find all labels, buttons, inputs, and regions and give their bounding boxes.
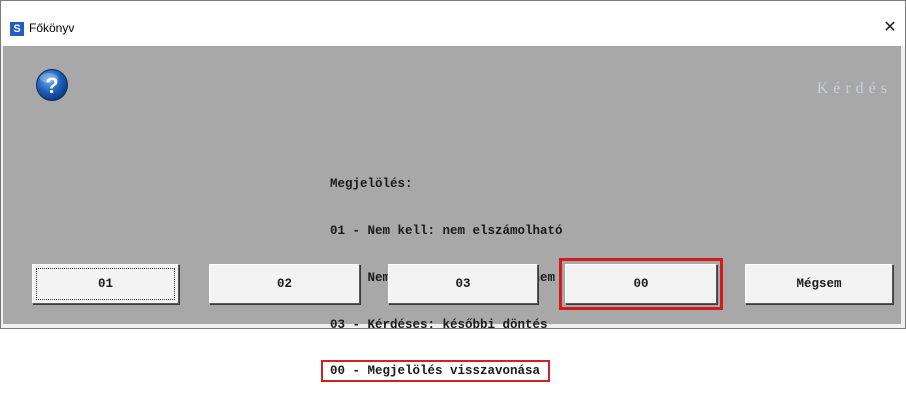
svg-text:?: ? — [45, 73, 58, 98]
option-03-button[interactable]: 03 — [388, 264, 538, 304]
option-02-button[interactable]: 02 — [209, 264, 360, 304]
dialog-header: Kérdés — [816, 80, 892, 97]
question-icon: ? — [36, 69, 68, 101]
message-line: Megjelölés: — [330, 177, 413, 192]
close-button[interactable]: ✕ — [875, 17, 905, 41]
option-00-button[interactable]: 00 — [559, 258, 723, 310]
title-bar[interactable]: S Főkönyv ✕ — [1, 1, 905, 46]
option-01-button[interactable]: 01 — [32, 264, 179, 304]
cancel-button[interactable]: Mégsem — [745, 264, 893, 304]
message-line: 03 - Kérdéses: későbbi döntés — [330, 317, 548, 332]
window-title: Főkönyv — [29, 21, 75, 35]
app-icon: S — [10, 22, 24, 36]
message-line-highlighted: 00 - Megjelölés visszavonása — [330, 364, 541, 379]
message-line: 01 - Nem kell: nem elszámolható — [330, 223, 563, 238]
